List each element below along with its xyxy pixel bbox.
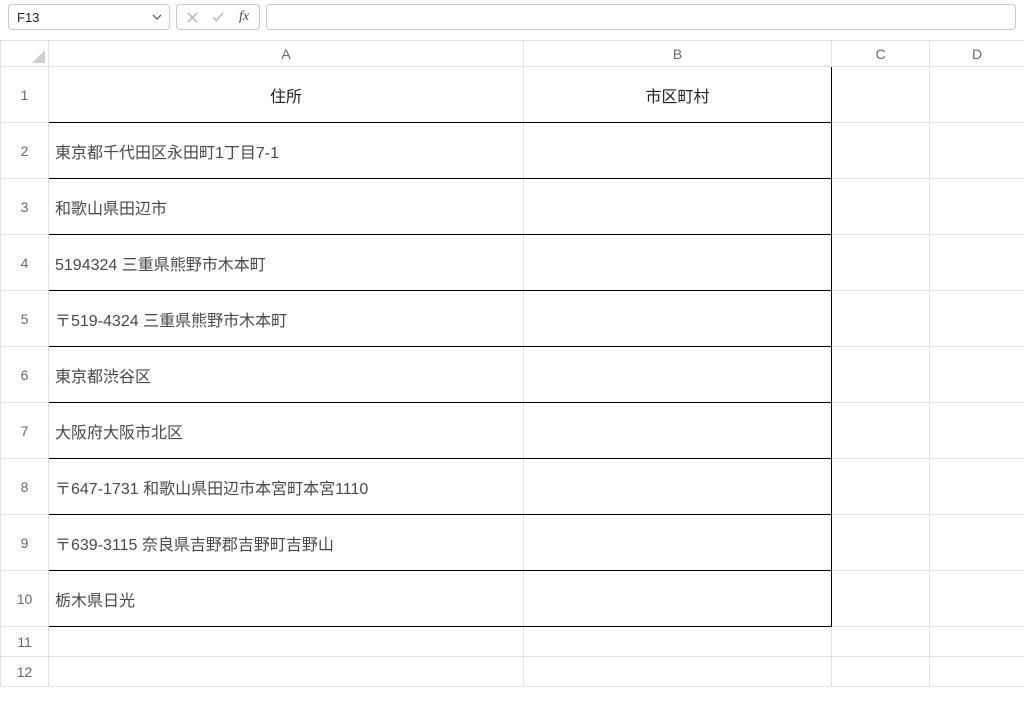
cell-B6[interactable] [524, 347, 832, 403]
cell-D5[interactable] [930, 291, 1024, 347]
cell-D2[interactable] [930, 123, 1024, 179]
cell-D4[interactable] [930, 235, 1024, 291]
cell-B12[interactable] [524, 657, 832, 687]
row-header[interactable]: 10 [1, 571, 49, 627]
cell-D6[interactable] [930, 347, 1024, 403]
cell-D11[interactable] [930, 627, 1024, 657]
fx-label: fx [239, 9, 249, 25]
cell-C2[interactable] [832, 123, 930, 179]
cell-C10[interactable] [832, 571, 930, 627]
cancel-icon [179, 5, 205, 29]
cell-A6[interactable]: 東京都渋谷区 [49, 347, 524, 403]
cell-D9[interactable] [930, 515, 1024, 571]
row-header[interactable]: 11 [1, 627, 49, 657]
cell-B10[interactable] [524, 571, 832, 627]
cell-D10[interactable] [930, 571, 1024, 627]
cell-C8[interactable] [832, 459, 930, 515]
row-header[interactable]: 4 [1, 235, 49, 291]
cell-B8[interactable] [524, 459, 832, 515]
cell-B3[interactable] [524, 179, 832, 235]
cell-C6[interactable] [832, 347, 930, 403]
cell-A5[interactable]: 〒519-4324 三重県熊野市木本町 [49, 291, 524, 347]
cell-D3[interactable] [930, 179, 1024, 235]
cell-D1[interactable] [930, 67, 1024, 123]
cell-C9[interactable] [832, 515, 930, 571]
row-header[interactable]: 2 [1, 123, 49, 179]
col-header-D[interactable]: D [930, 41, 1024, 67]
cell-C12[interactable] [832, 657, 930, 687]
cell-B7[interactable] [524, 403, 832, 459]
cell-C7[interactable] [832, 403, 930, 459]
cell-A12[interactable] [49, 657, 524, 687]
col-header-B[interactable]: B [524, 41, 832, 67]
cell-C3[interactable] [832, 179, 930, 235]
row-header[interactable]: 6 [1, 347, 49, 403]
select-all-corner[interactable] [1, 41, 49, 67]
row-header[interactable]: 5 [1, 291, 49, 347]
cell-C5[interactable] [832, 291, 930, 347]
col-header-C[interactable]: C [832, 41, 930, 67]
formula-input[interactable] [266, 4, 1016, 30]
cell-A10[interactable]: 栃木県日光 [49, 571, 524, 627]
row-header[interactable]: 8 [1, 459, 49, 515]
cell-D12[interactable] [930, 657, 1024, 687]
formula-buttons: fx [176, 4, 260, 30]
cell-A8[interactable]: 〒647-1731 和歌山県田辺市本宮町本宮1110 [49, 459, 524, 515]
cell-A1[interactable]: 住所 [49, 67, 524, 123]
cell-A9[interactable]: 〒639-3115 奈良県吉野郡吉野町吉野山 [49, 515, 524, 571]
cell-B5[interactable] [524, 291, 832, 347]
cell-D8[interactable] [930, 459, 1024, 515]
cell-B9[interactable] [524, 515, 832, 571]
cell-A3[interactable]: 和歌山県田辺市 [49, 179, 524, 235]
formula-strip: F13 fx [0, 0, 1024, 34]
name-box-value: F13 [17, 10, 149, 25]
insert-function-button[interactable]: fx [231, 5, 257, 29]
spreadsheet-grid[interactable]: A B C D 1 住所 市区町村 2 東京都千代田区永田町1丁目7-1 3 和… [0, 40, 1024, 712]
cell-A11[interactable] [49, 627, 524, 657]
cell-B11[interactable] [524, 627, 832, 657]
cell-A2[interactable]: 東京都千代田区永田町1丁目7-1 [49, 123, 524, 179]
row-header[interactable]: 3 [1, 179, 49, 235]
cell-C11[interactable] [832, 627, 930, 657]
cell-B1[interactable]: 市区町村 [524, 67, 832, 123]
cell-B2[interactable] [524, 123, 832, 179]
row-header[interactable]: 7 [1, 403, 49, 459]
confirm-icon [205, 5, 231, 29]
col-header-A[interactable]: A [49, 41, 524, 67]
chevron-down-icon[interactable] [149, 9, 165, 25]
cell-A7[interactable]: 大阪府大阪市北区 [49, 403, 524, 459]
row-header[interactable]: 12 [1, 657, 49, 687]
row-header[interactable]: 9 [1, 515, 49, 571]
name-box[interactable]: F13 [8, 4, 170, 30]
cell-D7[interactable] [930, 403, 1024, 459]
row-header[interactable]: 1 [1, 67, 49, 123]
cell-A4[interactable]: 5194324 三重県熊野市木本町 [49, 235, 524, 291]
cell-C4[interactable] [832, 235, 930, 291]
cell-C1[interactable] [832, 67, 930, 123]
cell-B4[interactable] [524, 235, 832, 291]
